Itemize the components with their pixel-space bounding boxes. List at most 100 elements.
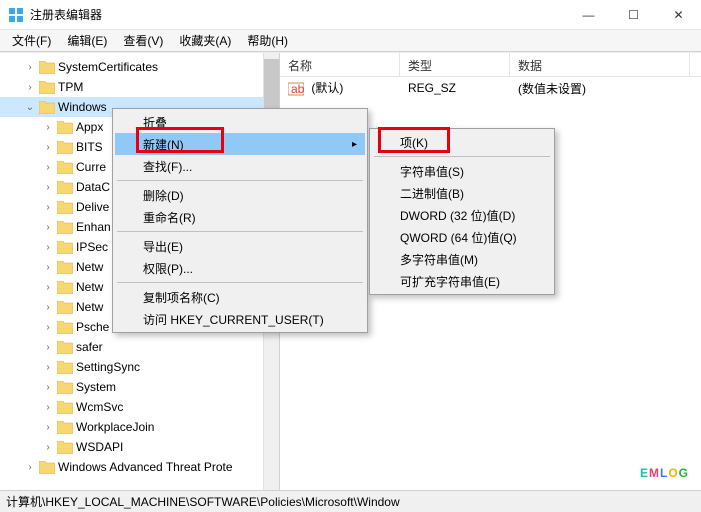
folder-icon [57, 141, 73, 154]
tree-item-label: WcmSvc [76, 400, 123, 414]
list-row[interactable]: ab (默认) REG_SZ (数值未设置) [280, 77, 701, 99]
ctx-new-qword[interactable]: QWORD (64 位)值(Q) [372, 226, 552, 248]
tree-twisty-icon[interactable]: › [42, 202, 54, 213]
tree-twisty-icon[interactable]: › [42, 142, 54, 153]
wm-o: O [668, 466, 678, 480]
tree-twisty-icon[interactable]: › [24, 462, 36, 473]
folder-icon [57, 361, 73, 374]
tree-twisty-icon[interactable]: › [42, 162, 54, 173]
ctx-separator [374, 156, 550, 157]
tree-twisty-icon[interactable]: › [42, 422, 54, 433]
tree-item-label: WorkplaceJoin [76, 420, 154, 434]
ctx-export[interactable]: 导出(E) [115, 235, 365, 257]
ctx-find[interactable]: 查找(F)... [115, 155, 365, 177]
wm-m: M [649, 466, 660, 480]
folder-icon [57, 321, 73, 334]
maximize-button[interactable]: ☐ [611, 0, 656, 29]
tree-item[interactable]: ›safer [0, 337, 279, 357]
tree-item[interactable]: › System [0, 377, 279, 397]
col-type[interactable]: 类型 [400, 53, 510, 76]
tree-item-label: DataC [76, 180, 110, 194]
tree-item-label: Curre [76, 160, 106, 174]
string-value-icon: ab [288, 81, 304, 97]
ctx-new-dword[interactable]: DWORD (32 位)值(D) [372, 204, 552, 226]
tree-item-label: Windows [58, 100, 107, 114]
folder-icon [39, 81, 55, 94]
ctx-new-binary[interactable]: 二进制值(B) [372, 182, 552, 204]
tree-item[interactable]: › TPM [0, 77, 279, 97]
ctx-new-expandstring[interactable]: 可扩充字符串值(E) [372, 270, 552, 292]
ctx-new-label: 新建(N) [143, 136, 184, 153]
ctx-goto-hkcu[interactable]: 访问 HKEY_CURRENT_USER(T) [115, 308, 365, 330]
tree-item-label: TPM [58, 80, 83, 94]
tree-twisty-icon[interactable]: › [42, 362, 54, 373]
ctx-permissions[interactable]: 权限(P)... [115, 257, 365, 279]
tree-item[interactable]: ›SystemCertificates [0, 57, 279, 77]
tree-item-label: SettingSync [76, 360, 140, 374]
tree-item[interactable]: › WcmSvc [0, 397, 279, 417]
wm-e: E [640, 466, 649, 480]
window-controls: — ☐ ✕ [566, 0, 701, 29]
folder-icon [57, 281, 73, 294]
folder-icon [57, 121, 73, 134]
tree-twisty-icon[interactable]: › [24, 62, 36, 73]
tree-item-label: IPSec [76, 240, 108, 254]
tree-item[interactable]: › WorkplaceJoin [0, 417, 279, 437]
minimize-button[interactable]: — [566, 0, 611, 29]
tree-twisty-icon[interactable]: › [42, 182, 54, 193]
folder-icon [57, 181, 73, 194]
ctx-new-string[interactable]: 字符串值(S) [372, 160, 552, 182]
ctx-delete[interactable]: 删除(D) [115, 184, 365, 206]
tree-twisty-icon[interactable]: › [24, 82, 36, 93]
tree-twisty-icon[interactable]: › [42, 262, 54, 273]
folder-icon [57, 261, 73, 274]
ctx-separator [117, 282, 363, 283]
ctx-new-multistring[interactable]: 多字符串值(M) [372, 248, 552, 270]
folder-icon [57, 381, 73, 394]
ctx-separator [117, 180, 363, 181]
ctx-collapse[interactable]: 折叠 [115, 111, 365, 133]
menu-view[interactable]: 查看(V) [115, 30, 171, 51]
folder-icon [57, 241, 73, 254]
close-button[interactable]: ✕ [656, 0, 701, 29]
folder-icon [57, 441, 73, 454]
ctx-copy-key-name[interactable]: 复制项名称(C) [115, 286, 365, 308]
folder-icon [39, 461, 55, 474]
tree-twisty-icon[interactable]: › [42, 402, 54, 413]
tree-item-label: Windows Advanced Threat Prote [58, 460, 233, 474]
ctx-new[interactable]: 新建(N) ▸ [115, 133, 365, 155]
tree-twisty-icon[interactable]: › [42, 342, 54, 353]
tree-twisty-icon[interactable]: › [42, 322, 54, 333]
tree-twisty-icon[interactable]: › [42, 242, 54, 253]
tree-twisty-icon[interactable]: › [42, 302, 54, 313]
tree-twisty-icon[interactable]: › [42, 222, 54, 233]
ctx-rename[interactable]: 重命名(R) [115, 206, 365, 228]
menu-file[interactable]: 文件(F) [4, 30, 59, 51]
col-data[interactable]: 数据 [510, 53, 690, 76]
tree-item[interactable]: › SettingSync [0, 357, 279, 377]
cell-name: ab (默认) [280, 77, 400, 99]
tree-item-label: Netw [76, 260, 103, 274]
menu-edit[interactable]: 编辑(E) [59, 30, 115, 51]
tree-item[interactable]: › Windows Advanced Threat Prote [0, 457, 279, 477]
tree-twisty-icon[interactable]: › [42, 122, 54, 133]
tree-twisty-icon[interactable]: › [42, 282, 54, 293]
tree-twisty-icon[interactable]: ⌄ [24, 102, 36, 113]
tree-item[interactable]: ›WSDAPI [0, 437, 279, 457]
window-title: 注册表编辑器 [30, 6, 566, 23]
context-menu-new: 项(K) 字符串值(S) 二进制值(B) DWORD (32 位)值(D) QW… [369, 128, 555, 295]
folder-icon [57, 161, 73, 174]
tree-item-label: Appx [76, 120, 103, 134]
tree-twisty-icon[interactable]: › [42, 382, 54, 393]
tree-twisty-icon[interactable]: › [42, 442, 54, 453]
menu-favorites[interactable]: 收藏夹(A) [171, 30, 239, 51]
watermark-logo: EMLOG [640, 438, 689, 488]
tree-item-label: Psche [76, 320, 109, 334]
cell-name-text: (默认) [311, 81, 343, 95]
col-name[interactable]: 名称 [280, 53, 400, 76]
tree-item-label: BITS [76, 140, 103, 154]
cell-type: REG_SZ [400, 79, 510, 97]
menu-help[interactable]: 帮助(H) [239, 30, 296, 51]
tree-item-label: System [76, 380, 116, 394]
ctx-new-key[interactable]: 项(K) [372, 131, 552, 153]
